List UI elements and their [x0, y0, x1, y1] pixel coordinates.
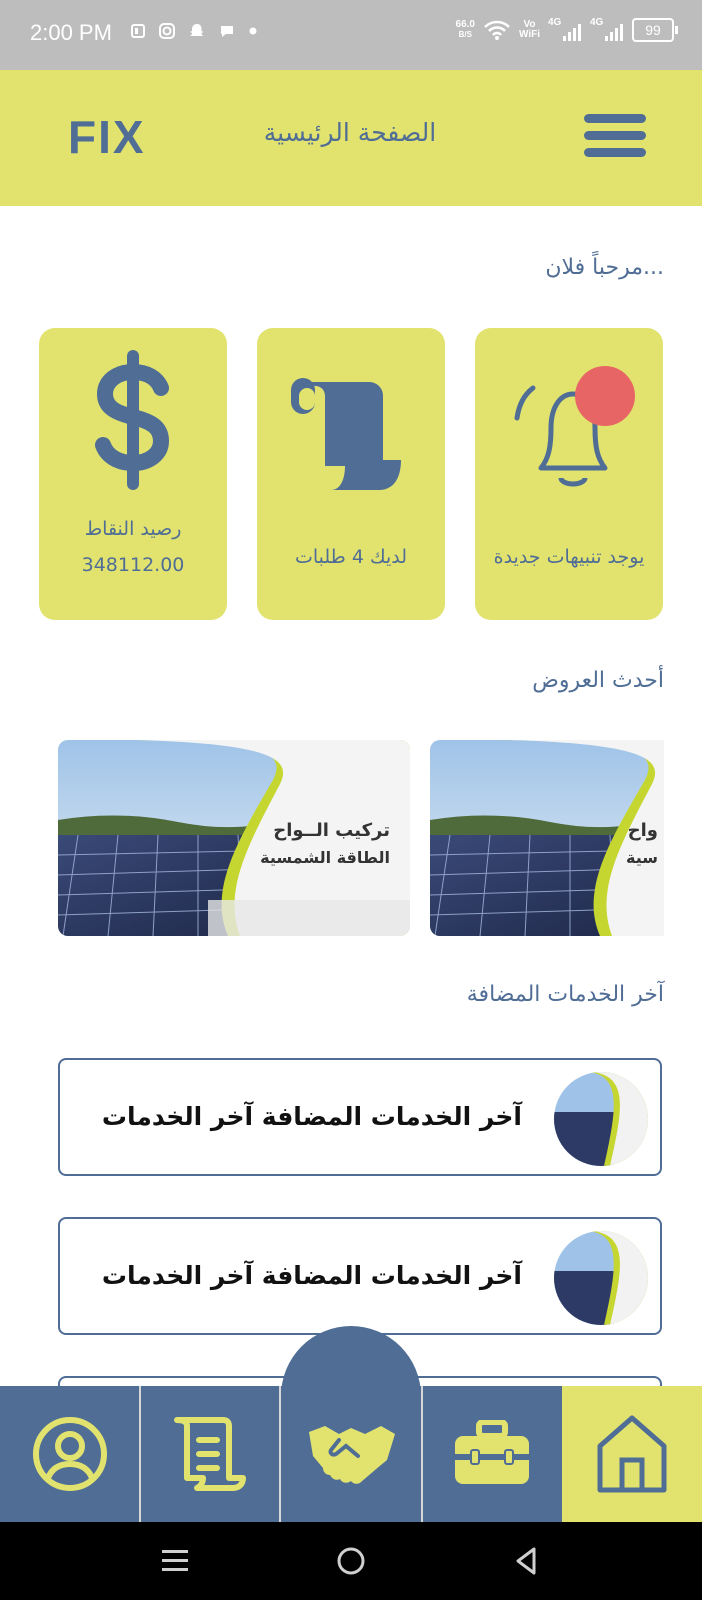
service-list-item[interactable]: آخر الخدمات المضافة آخر الخدمات: [58, 1058, 662, 1176]
home-icon: [597, 1415, 667, 1493]
nav-home[interactable]: [562, 1386, 702, 1522]
instagram-icon: [159, 23, 175, 39]
signal-2-label: 4G: [590, 17, 604, 28]
scroll-icon: [174, 1417, 246, 1491]
nav-deals[interactable]: [281, 1386, 421, 1522]
profile-icon: [33, 1417, 107, 1491]
bottom-nav: [0, 1386, 702, 1522]
offer-title-line1: واح: [627, 820, 658, 841]
menu-icon-bar: [584, 148, 646, 157]
menu-icon-bar: [584, 131, 646, 140]
offers-carousel[interactable]: تركيب الــواح الطاقة الشمسية واح سية: [58, 740, 664, 938]
app-header: FIX الصفحة الرئيسية: [0, 70, 702, 206]
service-thumbnail: [554, 1072, 648, 1166]
app-notification-icon: [131, 24, 145, 38]
services-section-title: آخر الخدمات المضافة: [466, 982, 664, 1007]
dot-icon: [249, 27, 257, 35]
signal-1-label: 4G: [548, 17, 562, 28]
battery-indicator: 99: [632, 18, 678, 42]
notifications-card[interactable]: يوجد تنبيهات جديدة: [475, 328, 663, 620]
back-icon[interactable]: [512, 1546, 542, 1576]
page-title: الصفحة الرئيسية: [263, 118, 437, 147]
bell-icon: [514, 366, 635, 487]
offer-card[interactable]: تركيب الــواح الطاقة الشمسية: [58, 740, 410, 936]
nav-profile[interactable]: [0, 1386, 140, 1522]
offer-card[interactable]: واح سية: [430, 740, 664, 936]
requests-card[interactable]: لديك 4 طلبات: [257, 328, 445, 620]
signal-icon: [563, 24, 581, 41]
service-list-item[interactable]: آخر الخدمات المضافة آخر الخدمات: [58, 1217, 662, 1335]
notifications-label: يوجد تنبيهات جديدة: [493, 546, 645, 568]
welcome-text: ...مرحباً فلان: [545, 255, 664, 280]
app-logo: FIX: [68, 111, 146, 163]
dollar-icon: [95, 350, 170, 490]
service-label: آخر الخدمات المضافة آخر الخدمات: [101, 1102, 522, 1131]
menu-button[interactable]: [584, 114, 646, 164]
solar-panel-thumb-image: [554, 1231, 648, 1325]
service-thumbnail: [554, 1231, 648, 1325]
toolbox-icon: [455, 1420, 529, 1484]
scroll-icon: [291, 378, 401, 490]
offers-section-title: أحدث العروض: [532, 668, 664, 693]
offer-title-line2: سية: [626, 848, 658, 867]
signal-1: 4G: [548, 18, 582, 42]
service-label: آخر الخدمات المضافة آخر الخدمات: [101, 1261, 522, 1290]
recent-apps-icon[interactable]: [160, 1546, 190, 1576]
net-speed: 66.0 B/S: [456, 20, 475, 40]
status-time: 2:00 PM: [30, 20, 112, 45]
vowifi-bottom: WiFi: [518, 29, 540, 40]
status-bar: 2:00 PM 66.0 B/S Vo WiFi 4G 4G 99: [0, 0, 702, 70]
points-card[interactable]: رصيد النقاط 348112.00: [39, 328, 227, 620]
points-value: 348112.00: [81, 554, 185, 576]
points-label: رصيد النقاط: [84, 518, 182, 540]
handshake-icon: [309, 1426, 395, 1484]
snapchat-icon: [190, 24, 204, 36]
offer-title-line2: الطاقة الشمسية: [260, 848, 390, 867]
solar-panel-thumb-image: [554, 1072, 648, 1166]
nav-services[interactable]: [423, 1386, 563, 1522]
home-system-icon[interactable]: [336, 1546, 366, 1576]
vowifi-indicator: Vo WiFi: [519, 20, 540, 40]
signal-icon: [605, 24, 623, 41]
offer-title-line1: تركيب الــواح: [273, 820, 390, 841]
requests-label: لديك 4 طلبات: [294, 546, 408, 568]
wifi-icon: [484, 20, 510, 40]
net-speed-unit: B/S: [458, 30, 472, 39]
nav-requests[interactable]: [141, 1386, 281, 1522]
notification-icons: [130, 22, 258, 40]
menu-icon: [584, 114, 646, 123]
chat-icon: [221, 26, 233, 37]
system-icons: 66.0 B/S Vo WiFi 4G 4G 99: [456, 18, 678, 42]
net-speed-value: 66.0: [455, 19, 475, 30]
signal-2: 4G: [590, 18, 624, 42]
system-navigation-bar: [0, 1522, 702, 1600]
